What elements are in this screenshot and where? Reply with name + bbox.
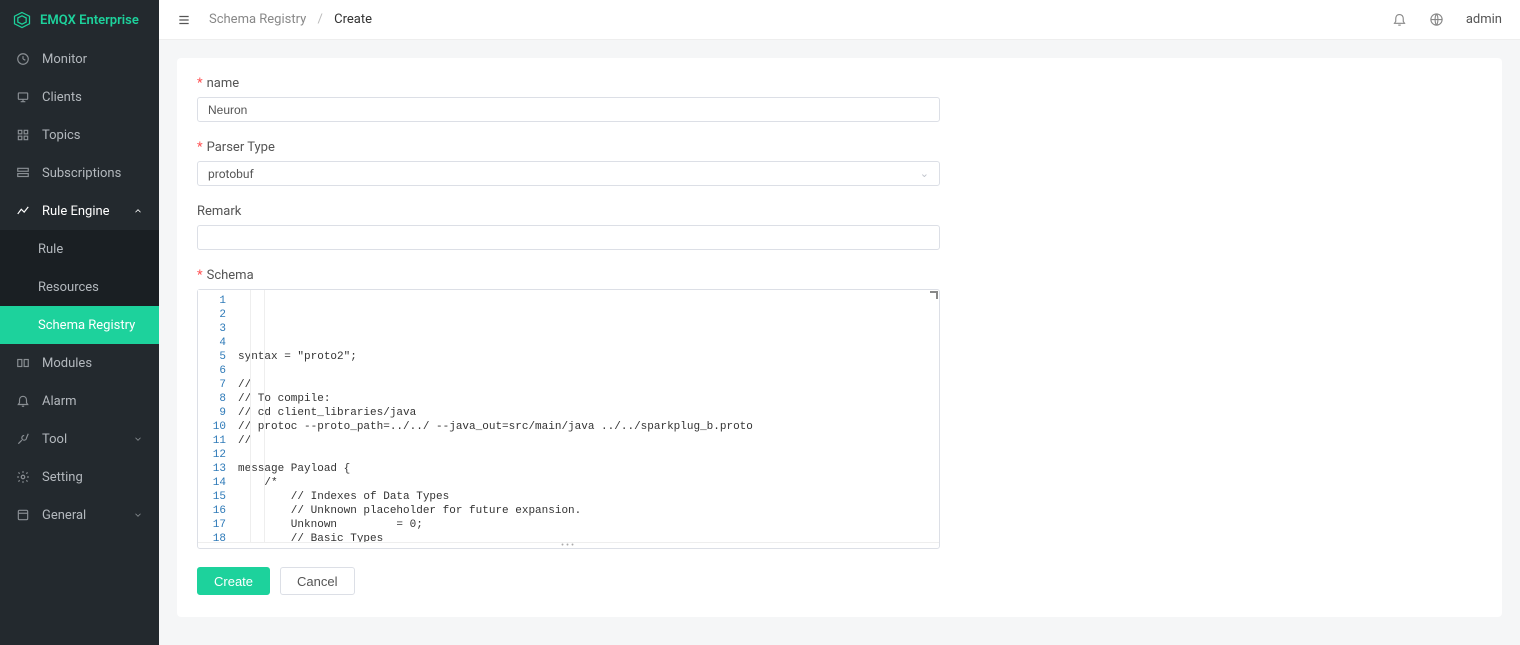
create-button[interactable]: Create (197, 567, 270, 595)
sidebar-item-topics[interactable]: Topics (0, 116, 159, 154)
nav: Monitor Clients Topics Subscriptions Rul… (0, 40, 159, 645)
name-input[interactable] (197, 97, 940, 122)
general-icon (16, 508, 30, 522)
sidebar-item-label: Monitor (42, 52, 87, 67)
editor-gutter: 123456789101112131415161718 (198, 290, 232, 542)
chevron-up-icon (133, 206, 143, 216)
sidebar-item-label: Schema Registry (38, 318, 135, 333)
name-label: *name (197, 76, 1482, 91)
form-card: *name *Parser Type protobuf ⌄ Remark *Sc… (177, 58, 1502, 617)
sidebar-item-schema-registry[interactable]: Schema Registry (0, 306, 159, 344)
schema-editor[interactable]: 123456789101112131415161718 syntax = "pr… (197, 289, 940, 549)
editor-resize-handle[interactable]: ••• (198, 542, 939, 548)
monitor-icon (16, 52, 30, 66)
sidebar-item-tool[interactable]: Tool (0, 420, 159, 458)
sidebar-item-setting[interactable]: Setting (0, 458, 159, 496)
sidebar-item-label: Modules (42, 356, 92, 371)
breadcrumb: Schema Registry / Create (209, 12, 372, 27)
alarm-icon (16, 394, 30, 408)
sidebar-item-label: Subscriptions (42, 166, 121, 181)
sidebar-item-alarm[interactable]: Alarm (0, 382, 159, 420)
sidebar-item-label: Topics (42, 128, 81, 143)
gear-icon (16, 470, 30, 484)
chevron-down-icon (133, 434, 143, 444)
sidebar-item-general[interactable]: General (0, 496, 159, 534)
remark-input[interactable] (197, 225, 940, 250)
parser-type-value: protobuf (208, 167, 254, 181)
sidebar-item-monitor[interactable]: Monitor (0, 40, 159, 78)
topics-icon (16, 128, 30, 142)
parser-type-label: *Parser Type (197, 140, 1482, 155)
notification-icon[interactable] (1392, 12, 1407, 27)
brand-logo: EMQX Enterprise (0, 0, 159, 40)
sidebar-item-label: Alarm (42, 394, 77, 409)
sidebar-item-label: Rule (38, 242, 63, 257)
sidebar-item-label: Rule Engine (42, 204, 110, 219)
remark-label: Remark (197, 204, 1482, 219)
breadcrumb-current: Create (334, 12, 372, 27)
subscriptions-icon (16, 166, 30, 180)
header: Schema Registry / Create admin (159, 0, 1520, 40)
sidebar-item-clients[interactable]: Clients (0, 78, 159, 116)
sidebar-item-label: Tool (42, 432, 67, 447)
parser-type-select[interactable]: protobuf ⌄ (197, 161, 940, 186)
sidebar-item-subscriptions[interactable]: Subscriptions (0, 154, 159, 192)
sidebar-item-label: Clients (42, 90, 82, 105)
sidebar-item-label: General (42, 508, 86, 523)
globe-icon[interactable] (1429, 12, 1444, 27)
sidebar-item-rule[interactable]: Rule (0, 230, 159, 268)
cancel-button[interactable]: Cancel (280, 567, 354, 595)
sidebar: EMQX Enterprise Monitor Clients Topics S… (0, 0, 159, 645)
chevron-down-icon (133, 510, 143, 520)
brand-icon (12, 10, 32, 30)
sidebar-item-resources[interactable]: Resources (0, 268, 159, 306)
editor-code[interactable]: syntax = "proto2";//// To compile:// cd … (232, 290, 939, 542)
chevron-down-icon: ⌄ (920, 167, 929, 180)
tool-icon (16, 432, 30, 446)
user-label[interactable]: admin (1466, 12, 1502, 27)
sidebar-item-modules[interactable]: Modules (0, 344, 159, 382)
menu-toggle-icon[interactable] (177, 13, 191, 27)
sidebar-item-label: Resources (38, 280, 99, 295)
sidebar-item-label: Setting (42, 470, 83, 485)
brand-text: EMQX Enterprise (40, 13, 139, 28)
breadcrumb-parent[interactable]: Schema Registry (209, 12, 306, 27)
breadcrumb-separator: / (318, 12, 323, 27)
schema-label: *Schema (197, 268, 1482, 283)
rule-engine-icon (16, 204, 30, 218)
sidebar-item-rule-engine[interactable]: Rule Engine (0, 192, 159, 230)
clients-icon (16, 90, 30, 104)
modules-icon (16, 356, 30, 370)
